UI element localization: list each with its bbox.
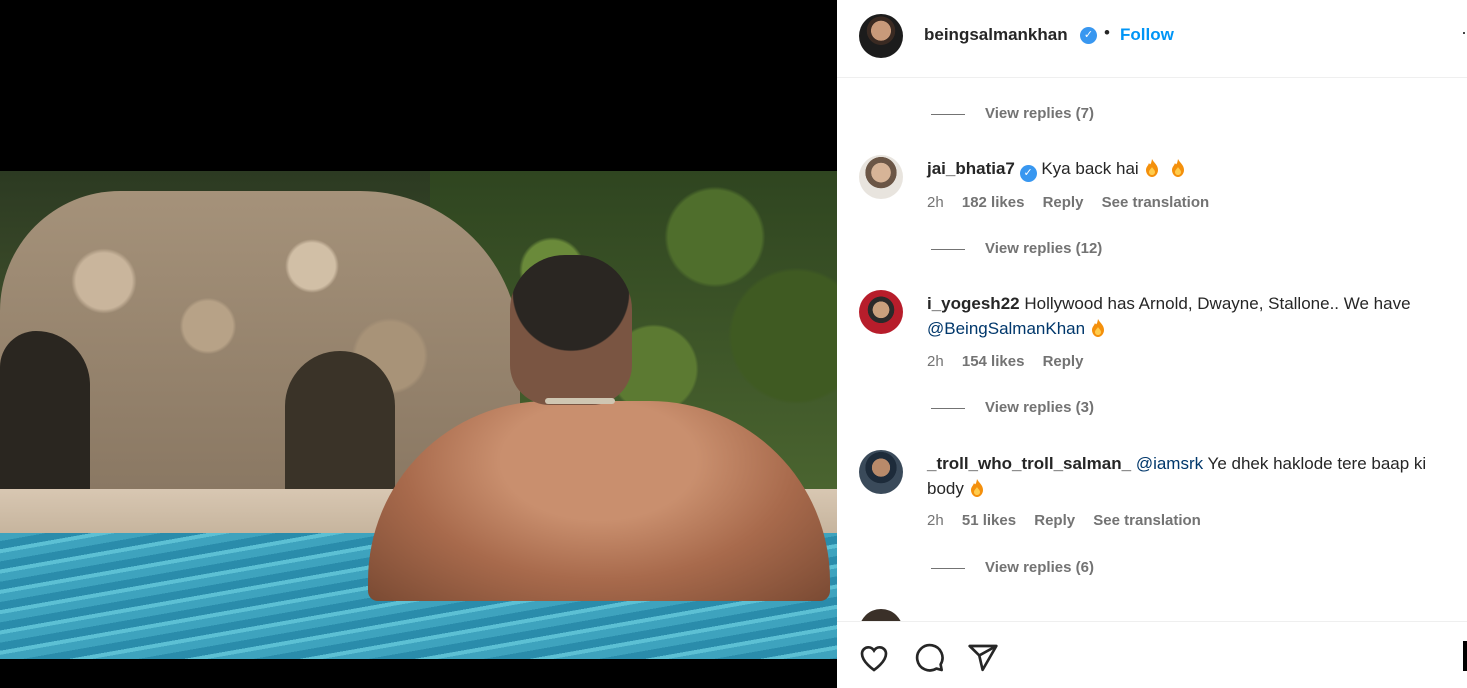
comment-time[interactable]: 2h: [927, 512, 944, 529]
reply-thread-line: [931, 248, 965, 250]
fire-emoji-icon: [1171, 159, 1184, 177]
comment-time[interactable]: 2h: [927, 194, 944, 211]
post-media[interactable]: [0, 0, 837, 688]
comment-body: _troll_who_troll_salman_ @iamsrk Ye dhek…: [927, 451, 1452, 501]
follow-button[interactable]: Follow: [1120, 25, 1174, 45]
post-header: beingsalmankhan ✓ • Follow ·: [837, 0, 1467, 78]
reply-button[interactable]: Reply: [1043, 194, 1084, 211]
share-icon[interactable]: [967, 642, 999, 674]
comment-text: Kya back hai: [1041, 159, 1139, 178]
comment-username[interactable]: i_yogesh22: [927, 294, 1020, 313]
post-actions-bar: [837, 621, 1467, 688]
comment-likes[interactable]: 182 likes: [962, 194, 1025, 211]
comment-avatar[interactable]: [859, 290, 903, 334]
reply-thread-line: [931, 113, 965, 115]
comment-body: i_yogesh22 Hollywood has Arnold, Dwayne,…: [927, 291, 1452, 341]
reply-thread-line: [931, 407, 965, 409]
comment-mention[interactable]: @BeingSalmanKhan: [927, 319, 1085, 338]
more-options-icon[interactable]: ·: [1461, 22, 1467, 43]
comment-username[interactable]: _troll_who_troll_salman_: [927, 454, 1131, 473]
cave-opening-right: [285, 351, 395, 501]
comment-mention[interactable]: @iamsrk: [1136, 454, 1203, 473]
post-photo: [0, 171, 837, 659]
header-separator: •: [1104, 23, 1110, 42]
post-side-panel: beingsalmankhan ✓ • Follow · View replie…: [837, 0, 1467, 688]
author-avatar[interactable]: [859, 14, 903, 58]
save-icon[interactable]: [1463, 641, 1467, 671]
comment-avatar[interactable]: [859, 155, 903, 199]
reply-thread-line: [931, 567, 965, 569]
heart-icon[interactable]: [858, 642, 890, 674]
view-replies-button[interactable]: View replies (7): [931, 105, 1094, 122]
verified-badge-icon: ✓: [1019, 165, 1037, 182]
comment-likes[interactable]: 51 likes: [962, 512, 1016, 529]
view-replies-button[interactable]: View replies (3): [931, 399, 1094, 416]
view-replies-button[interactable]: View replies (12): [931, 240, 1102, 257]
reply-button[interactable]: Reply: [1043, 353, 1084, 370]
comment-body: jai_bhatia7 ✓ Kya back hai: [927, 156, 1452, 182]
comment-meta: 2h 182 likes Reply See translation: [927, 194, 1223, 211]
comment-likes[interactable]: 154 likes: [962, 353, 1025, 370]
comments-list[interactable]: View replies (7) jai_bhatia7 ✓ Kya back …: [837, 79, 1467, 621]
comment-avatar[interactable]: [859, 609, 903, 621]
comment-icon[interactable]: [913, 642, 945, 674]
comment-text: Hollywood has Arnold, Dwayne, Stallone..…: [1024, 294, 1411, 313]
fire-emoji-icon: [1092, 319, 1105, 337]
comment-meta: 2h 51 likes Reply See translation: [927, 512, 1215, 529]
fire-emoji-icon: [970, 479, 983, 497]
comment-meta: 2h 154 likes Reply: [927, 353, 1097, 370]
comment-avatar[interactable]: [859, 450, 903, 494]
verified-badge-icon: ✓: [1080, 27, 1097, 44]
see-translation-button[interactable]: See translation: [1093, 512, 1201, 529]
reply-button[interactable]: Reply: [1034, 512, 1075, 529]
cave-opening-left: [0, 331, 90, 511]
comment-username[interactable]: jai_bhatia7: [927, 159, 1015, 178]
comment-time[interactable]: 2h: [927, 353, 944, 370]
author-username[interactable]: beingsalmankhan: [924, 25, 1068, 45]
fire-emoji-icon: [1145, 159, 1158, 177]
neck-chain: [545, 398, 615, 404]
see-translation-button[interactable]: See translation: [1102, 194, 1210, 211]
view-replies-button[interactable]: View replies (6): [931, 559, 1094, 576]
man-head: [510, 255, 632, 405]
